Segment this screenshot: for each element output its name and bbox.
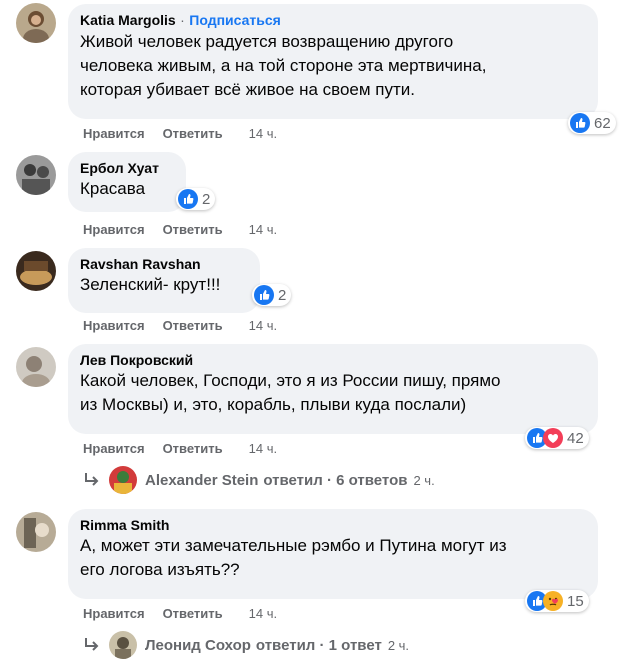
comment-text-line: Живой человек радуется возвращению друго… [80,32,454,51]
comment-text-line: из Москвы) и, это, корабль, плыви куда п… [80,395,467,414]
reaction-summary[interactable]: 2 [176,188,216,210]
subscribe-link[interactable]: Подписаться [189,12,281,28]
like-icon [254,285,274,305]
timestamp[interactable]: 14 ч. [249,606,277,621]
like-icon [570,113,590,133]
like-button[interactable]: Нравится [83,222,145,237]
comment-text-line: его логова изъять?? [80,560,240,579]
reaction-summary[interactable]: 42 [525,427,589,449]
reaction-summary[interactable]: 62 [568,112,616,134]
timestamp[interactable]: 14 ч. [249,126,277,141]
comment-text-line: человека живым, а на той стороне эта мер… [80,56,487,75]
comment-text-line: Зеленский- крут!!! [80,275,221,294]
reply-button[interactable]: Ответить [163,318,223,333]
reply-button[interactable]: Ответить [163,222,223,237]
like-button[interactable]: Нравится [83,441,145,456]
reaction-count: 42 [567,429,584,447]
reply-summary: ответил · 6 ответов [263,471,408,489]
timestamp[interactable]: 14 ч. [249,222,277,237]
reply-author: Леонид Сохор [145,636,251,654]
reply-avatar [109,466,137,494]
view-replies-link[interactable]: Alexander Stein ответил · 6 ответов 2 ч. [83,466,435,494]
view-replies-link[interactable]: Леонид Сохор ответил · 1 ответ 2 ч. [83,631,409,659]
reaction-count: 62 [594,114,611,132]
reply-button[interactable]: Ответить [163,441,223,456]
comment-actions: Нравится Ответить 14 ч. [83,606,277,621]
reply-avatar [109,631,137,659]
avatar[interactable] [16,3,56,43]
reaction-count: 15 [567,592,584,610]
reply-time: 2 ч. [413,472,435,488]
comment-actions: Нравится Ответить 14 ч. [83,318,277,333]
comment-bubble: Ravshan Ravshan Зеленский- крут!!! [68,248,260,313]
reaction-summary[interactable]: 2 [252,284,292,306]
author-name[interactable]: Rimma Smith [80,516,586,534]
like-button[interactable]: Нравится [83,126,145,141]
avatar[interactable] [16,155,56,195]
love-icon [543,428,563,448]
reply-arrow-icon [85,638,99,651]
comment-text-line: Какой человек, Господи, это я из России … [80,371,501,390]
author-name[interactable]: Ербол Хуат [80,159,174,177]
timestamp[interactable]: 14 ч. [249,318,277,333]
reply-button[interactable]: Ответить [163,126,223,141]
comment-actions: Нравится Ответить 14 ч. [83,126,277,141]
like-button[interactable]: Нравится [83,606,145,621]
comment-bubble: Ербол Хуат Красава [68,152,186,212]
reaction-summary[interactable]: 15 [525,590,589,612]
author-name[interactable]: Katia Margolis [80,12,176,28]
comment-bubble: Rimma Smith А, может эти замечательные р… [68,509,598,599]
separator: · [180,12,185,28]
avatar[interactable] [16,347,56,387]
comment-text-line: А, может эти замечательные рэмбо и Путин… [80,536,507,555]
comment-text-line: Красава [80,179,146,198]
avatar[interactable] [16,512,56,552]
timestamp[interactable]: 14 ч. [249,441,277,456]
avatar[interactable] [16,251,56,291]
comment-bubble: Лев Покровский Какой человек, Господи, э… [68,344,598,434]
like-button[interactable]: Нравится [83,318,145,333]
reply-summary: ответил · 1 ответ [255,636,382,654]
comment-actions: Нравится Ответить 14 ч. [83,222,277,237]
reaction-count: 2 [278,286,287,304]
comment-text-line: которая убивает всё живое на своем пути. [80,80,416,99]
reply-author: Alexander Stein [145,471,259,489]
comment-actions: Нравится Ответить 14 ч. [83,441,277,456]
reaction-count: 2 [202,190,211,208]
author-name[interactable]: Ravshan Ravshan [80,255,248,273]
like-icon [178,189,198,209]
reply-button[interactable]: Ответить [163,606,223,621]
care-icon [543,591,563,611]
author-name[interactable]: Лев Покровский [80,351,586,369]
comment-bubble: Katia Margolis · Подписаться Живой челов… [68,4,598,119]
reply-time: 2 ч. [387,637,410,653]
reply-arrow-icon [85,473,99,486]
